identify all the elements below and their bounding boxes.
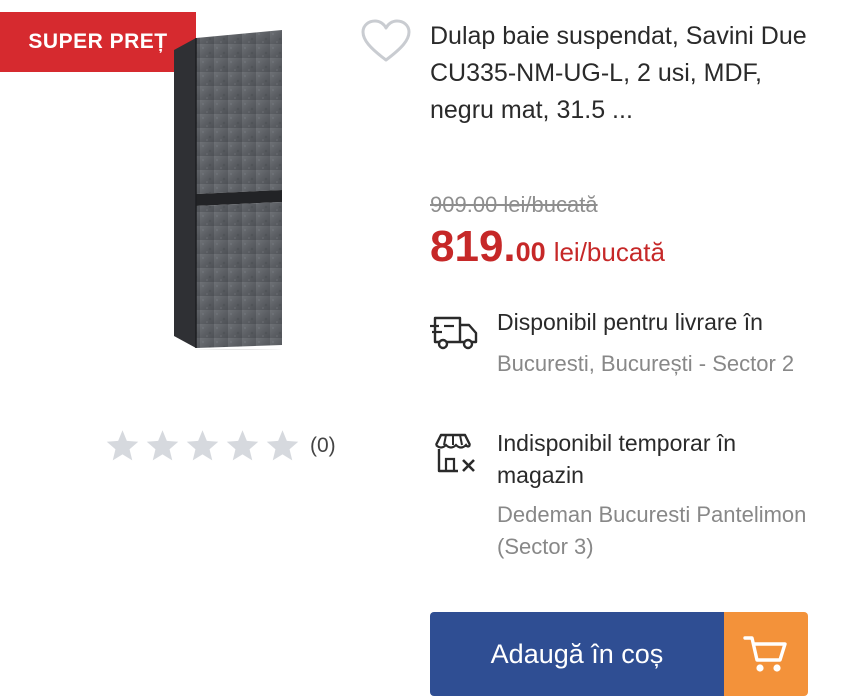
store-unavailable-icon <box>434 433 475 473</box>
star-icon <box>186 430 219 461</box>
bathroom-cabinet-image[interactable] <box>130 30 290 350</box>
heart-outline-icon[interactable] <box>360 18 412 64</box>
rating[interactable]: (0) <box>104 424 336 468</box>
star-icon <box>226 430 259 461</box>
price-decimal: 00 <box>515 237 546 267</box>
store-location[interactable]: Dedeman Bucuresti Pantelimon (Sector 3) <box>497 499 827 563</box>
rating-count[interactable]: (0) <box>310 434 336 458</box>
shopping-cart-icon <box>743 636 787 672</box>
star-icon <box>266 430 299 461</box>
delivery-truck-icon <box>430 316 478 350</box>
cart-icon-box[interactable] <box>724 612 808 696</box>
price-integer: 819. <box>430 222 516 271</box>
price-unit: lei/bucată <box>553 237 665 267</box>
old-price: 909.00 lei/bucată <box>430 192 598 217</box>
star-icon <box>146 430 179 461</box>
store-label: Indisponibil temporar în magazin <box>497 430 737 488</box>
delivery-label: Disponibil pentru livrare în <box>497 309 763 335</box>
star-icon <box>106 430 139 461</box>
current-price: 819.00 lei/bucată <box>430 222 665 272</box>
delivery-location[interactable]: Bucuresti, București - Sector 2 <box>497 348 827 380</box>
product-title[interactable]: Dulap baie suspendat, Savini Due CU335-N… <box>430 18 820 129</box>
add-to-cart-label[interactable]: Adaugă în coș <box>430 612 724 696</box>
add-to-cart-button[interactable]: Adaugă în coș <box>430 612 808 696</box>
